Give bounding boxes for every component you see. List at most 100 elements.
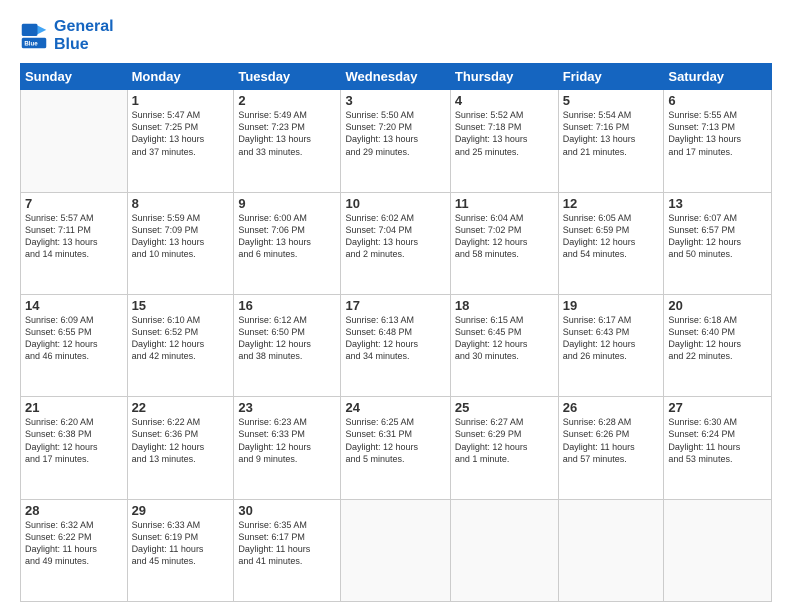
day-number: 11 — [455, 196, 554, 211]
logo-general: General — [54, 18, 114, 35]
day-number: 10 — [345, 196, 445, 211]
day-number: 16 — [238, 298, 336, 313]
cell-text: Sunrise: 6:05 AM Sunset: 6:59 PM Dayligh… — [563, 212, 660, 261]
cell-text: Sunrise: 6:04 AM Sunset: 7:02 PM Dayligh… — [455, 212, 554, 261]
day-number: 23 — [238, 400, 336, 415]
calendar-cell: 29Sunrise: 6:33 AM Sunset: 6:19 PM Dayli… — [127, 499, 234, 601]
cell-text: Sunrise: 6:00 AM Sunset: 7:06 PM Dayligh… — [238, 212, 336, 261]
day-number: 9 — [238, 196, 336, 211]
logo-blue: Blue — [54, 36, 114, 54]
calendar-cell: 6Sunrise: 5:55 AM Sunset: 7:13 PM Daylig… — [664, 90, 772, 192]
calendar-cell — [450, 499, 558, 601]
week-row: 21Sunrise: 6:20 AM Sunset: 6:38 PM Dayli… — [21, 397, 772, 499]
cell-text: Sunrise: 5:54 AM Sunset: 7:16 PM Dayligh… — [563, 109, 660, 158]
weekday-friday: Friday — [558, 64, 664, 90]
day-number: 3 — [345, 93, 445, 108]
day-number: 6 — [668, 93, 767, 108]
calendar-cell: 2Sunrise: 5:49 AM Sunset: 7:23 PM Daylig… — [234, 90, 341, 192]
calendar-cell — [341, 499, 450, 601]
cell-text: Sunrise: 6:25 AM Sunset: 6:31 PM Dayligh… — [345, 416, 445, 465]
svg-text:Blue: Blue — [24, 40, 38, 47]
cell-text: Sunrise: 5:47 AM Sunset: 7:25 PM Dayligh… — [132, 109, 230, 158]
cell-text: Sunrise: 5:50 AM Sunset: 7:20 PM Dayligh… — [345, 109, 445, 158]
calendar-cell: 23Sunrise: 6:23 AM Sunset: 6:33 PM Dayli… — [234, 397, 341, 499]
calendar-cell: 5Sunrise: 5:54 AM Sunset: 7:16 PM Daylig… — [558, 90, 664, 192]
calendar-cell: 10Sunrise: 6:02 AM Sunset: 7:04 PM Dayli… — [341, 192, 450, 294]
calendar-cell: 30Sunrise: 6:35 AM Sunset: 6:17 PM Dayli… — [234, 499, 341, 601]
cell-text: Sunrise: 6:13 AM Sunset: 6:48 PM Dayligh… — [345, 314, 445, 363]
cell-text: Sunrise: 6:18 AM Sunset: 6:40 PM Dayligh… — [668, 314, 767, 363]
logo-icon: Blue — [20, 22, 48, 50]
cell-text: Sunrise: 6:17 AM Sunset: 6:43 PM Dayligh… — [563, 314, 660, 363]
week-row: 14Sunrise: 6:09 AM Sunset: 6:55 PM Dayli… — [21, 294, 772, 396]
cell-text: Sunrise: 6:35 AM Sunset: 6:17 PM Dayligh… — [238, 519, 336, 568]
calendar-cell: 9Sunrise: 6:00 AM Sunset: 7:06 PM Daylig… — [234, 192, 341, 294]
cell-text: Sunrise: 5:55 AM Sunset: 7:13 PM Dayligh… — [668, 109, 767, 158]
calendar-body: 1Sunrise: 5:47 AM Sunset: 7:25 PM Daylig… — [21, 90, 772, 602]
day-number: 24 — [345, 400, 445, 415]
day-number: 27 — [668, 400, 767, 415]
day-number: 1 — [132, 93, 230, 108]
cell-text: Sunrise: 6:30 AM Sunset: 6:24 PM Dayligh… — [668, 416, 767, 465]
day-number: 28 — [25, 503, 123, 518]
calendar-header: SundayMondayTuesdayWednesdayThursdayFrid… — [21, 64, 772, 90]
calendar-cell: 12Sunrise: 6:05 AM Sunset: 6:59 PM Dayli… — [558, 192, 664, 294]
calendar-cell: 20Sunrise: 6:18 AM Sunset: 6:40 PM Dayli… — [664, 294, 772, 396]
day-number: 20 — [668, 298, 767, 313]
day-number: 8 — [132, 196, 230, 211]
day-number: 19 — [563, 298, 660, 313]
cell-text: Sunrise: 5:57 AM Sunset: 7:11 PM Dayligh… — [25, 212, 123, 261]
calendar-cell: 26Sunrise: 6:28 AM Sunset: 6:26 PM Dayli… — [558, 397, 664, 499]
calendar-cell: 14Sunrise: 6:09 AM Sunset: 6:55 PM Dayli… — [21, 294, 128, 396]
calendar-cell: 11Sunrise: 6:04 AM Sunset: 7:02 PM Dayli… — [450, 192, 558, 294]
calendar-cell: 8Sunrise: 5:59 AM Sunset: 7:09 PM Daylig… — [127, 192, 234, 294]
day-number: 12 — [563, 196, 660, 211]
calendar-cell: 15Sunrise: 6:10 AM Sunset: 6:52 PM Dayli… — [127, 294, 234, 396]
day-number: 15 — [132, 298, 230, 313]
day-number: 26 — [563, 400, 660, 415]
calendar-cell: 25Sunrise: 6:27 AM Sunset: 6:29 PM Dayli… — [450, 397, 558, 499]
calendar-cell — [558, 499, 664, 601]
calendar-cell: 1Sunrise: 5:47 AM Sunset: 7:25 PM Daylig… — [127, 90, 234, 192]
calendar-cell: 21Sunrise: 6:20 AM Sunset: 6:38 PM Dayli… — [21, 397, 128, 499]
cell-text: Sunrise: 6:12 AM Sunset: 6:50 PM Dayligh… — [238, 314, 336, 363]
cell-text: Sunrise: 6:28 AM Sunset: 6:26 PM Dayligh… — [563, 416, 660, 465]
cell-text: Sunrise: 6:22 AM Sunset: 6:36 PM Dayligh… — [132, 416, 230, 465]
logo: Blue General Blue — [20, 18, 114, 53]
weekday-header-row: SundayMondayTuesdayWednesdayThursdayFrid… — [21, 64, 772, 90]
day-number: 5 — [563, 93, 660, 108]
weekday-saturday: Saturday — [664, 64, 772, 90]
week-row: 28Sunrise: 6:32 AM Sunset: 6:22 PM Dayli… — [21, 499, 772, 601]
weekday-monday: Monday — [127, 64, 234, 90]
cell-text: Sunrise: 6:20 AM Sunset: 6:38 PM Dayligh… — [25, 416, 123, 465]
week-row: 7Sunrise: 5:57 AM Sunset: 7:11 PM Daylig… — [21, 192, 772, 294]
day-number: 21 — [25, 400, 123, 415]
cell-text: Sunrise: 6:32 AM Sunset: 6:22 PM Dayligh… — [25, 519, 123, 568]
cell-text: Sunrise: 6:09 AM Sunset: 6:55 PM Dayligh… — [25, 314, 123, 363]
cell-text: Sunrise: 6:23 AM Sunset: 6:33 PM Dayligh… — [238, 416, 336, 465]
weekday-sunday: Sunday — [21, 64, 128, 90]
calendar-cell — [664, 499, 772, 601]
calendar-table: SundayMondayTuesdayWednesdayThursdayFrid… — [20, 63, 772, 602]
cell-text: Sunrise: 6:07 AM Sunset: 6:57 PM Dayligh… — [668, 212, 767, 261]
page: Blue General Blue SundayMondayTuesdayWed… — [0, 0, 792, 612]
calendar-cell — [21, 90, 128, 192]
weekday-tuesday: Tuesday — [234, 64, 341, 90]
calendar-cell: 27Sunrise: 6:30 AM Sunset: 6:24 PM Dayli… — [664, 397, 772, 499]
calendar-cell: 4Sunrise: 5:52 AM Sunset: 7:18 PM Daylig… — [450, 90, 558, 192]
day-number: 14 — [25, 298, 123, 313]
weekday-thursday: Thursday — [450, 64, 558, 90]
calendar-cell: 13Sunrise: 6:07 AM Sunset: 6:57 PM Dayli… — [664, 192, 772, 294]
day-number: 4 — [455, 93, 554, 108]
week-row: 1Sunrise: 5:47 AM Sunset: 7:25 PM Daylig… — [21, 90, 772, 192]
calendar-cell: 18Sunrise: 6:15 AM Sunset: 6:45 PM Dayli… — [450, 294, 558, 396]
cell-text: Sunrise: 6:15 AM Sunset: 6:45 PM Dayligh… — [455, 314, 554, 363]
calendar-cell: 17Sunrise: 6:13 AM Sunset: 6:48 PM Dayli… — [341, 294, 450, 396]
calendar-cell: 16Sunrise: 6:12 AM Sunset: 6:50 PM Dayli… — [234, 294, 341, 396]
calendar-cell: 22Sunrise: 6:22 AM Sunset: 6:36 PM Dayli… — [127, 397, 234, 499]
day-number: 22 — [132, 400, 230, 415]
cell-text: Sunrise: 5:59 AM Sunset: 7:09 PM Dayligh… — [132, 212, 230, 261]
cell-text: Sunrise: 6:02 AM Sunset: 7:04 PM Dayligh… — [345, 212, 445, 261]
day-number: 30 — [238, 503, 336, 518]
day-number: 17 — [345, 298, 445, 313]
